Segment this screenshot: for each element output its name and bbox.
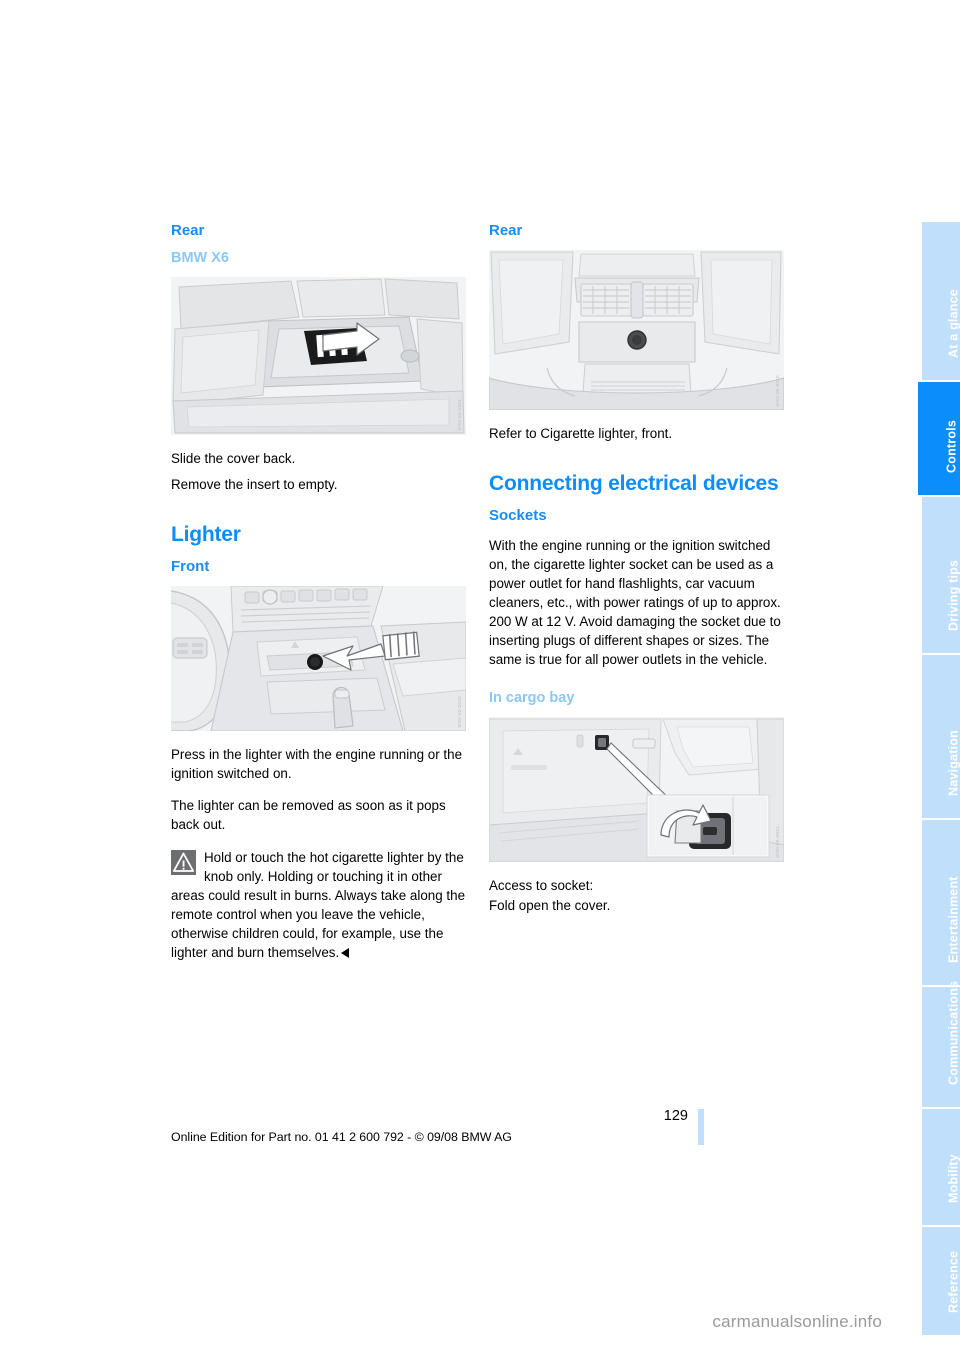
para-access-to-socket: Access to socket: <box>489 877 594 893</box>
tab-mobility-label: Mobility <box>946 1153 960 1203</box>
heading-lighter: Lighter <box>171 522 241 546</box>
tab-mobility[interactable]: Mobility <box>922 1109 960 1227</box>
para-lighter-pops: The lighter can be removed as soon as it… <box>171 798 446 833</box>
figure-watermark: WX0-04-0545 <box>457 399 462 431</box>
tab-entertainment[interactable]: Entertainment <box>922 820 960 987</box>
figure-rear-seat-storage: WX0-04-0545 <box>171 276 466 435</box>
tab-reference-label: Reference <box>946 1250 960 1313</box>
tab-driving-tips-label: Driving tips <box>946 559 960 631</box>
figure-rear-console-illustration <box>489 250 784 411</box>
figure-rear-console-lighter: WX0-05-0040 <box>489 250 784 411</box>
para-remove-insert: Remove the insert to empty. <box>171 476 338 492</box>
subheading-front: Front <box>171 558 210 576</box>
page-edge-marker <box>698 1109 704 1145</box>
tab-navigation-label: Navigation <box>946 729 960 796</box>
tab-at-a-glance-label: At a glance <box>946 288 960 358</box>
para-press-lighter: Press in the lighter with the engine run… <box>171 747 463 782</box>
tab-entertainment-label: Entertainment <box>946 875 960 963</box>
figure-watermark: WX0-05-0041 <box>775 826 780 858</box>
heading-rear-right: Rear <box>489 222 523 239</box>
section-tab-strip: At a glance Controls Driving tips Naviga… <box>898 222 960 1335</box>
heading-rear-left: Rear <box>171 222 205 239</box>
tab-controls-label: Controls <box>944 419 959 473</box>
figure-rear-seat-illustration <box>171 276 466 435</box>
warning-text-content: Hold or touch the hot cigarette lighter … <box>171 849 466 960</box>
right-content-column: Rear WX0-05-0040 Refer to Cigarette ligh… <box>489 222 784 928</box>
edition-line: Online Edition for Part no. 01 41 2 600 … <box>171 1130 512 1144</box>
subheading-in-cargo-bay: In cargo bay <box>489 689 575 706</box>
para-sockets-description: With the engine running or the ignition … <box>489 537 781 667</box>
warning-text: Hold or touch the hot cigarette lighter … <box>171 848 466 962</box>
page-number: 129 <box>663 1108 688 1124</box>
figure-cargo-bay-illustration <box>489 716 784 862</box>
warning-block: Hold or touch the hot cigarette lighter … <box>171 848 466 962</box>
left-content-column: Rear BMW X6 WX0-04-0545 Slide the cover … <box>171 222 466 962</box>
tab-navigation[interactable]: Navigation <box>922 655 960 820</box>
tab-reference[interactable]: Reference <box>922 1227 960 1335</box>
figure-cargo-bay-socket: WX0-05-0041 <box>489 716 784 862</box>
warning-triangle-glyph <box>172 852 195 872</box>
subheading-sockets: Sockets <box>489 507 547 525</box>
tab-driving-tips[interactable]: Driving tips <box>922 497 960 655</box>
figure-front-console-lighter: WX0-02-0040 <box>171 586 466 732</box>
para-fold-open-cover: Fold open the cover. <box>489 897 611 913</box>
heading-connecting-electrical-devices: Connecting electrical devices <box>489 472 779 496</box>
tab-at-a-glance[interactable]: At a glance <box>922 222 960 382</box>
para-slide-cover: Slide the cover back. <box>171 450 296 466</box>
figure-watermark: WX0-05-0040 <box>775 374 780 407</box>
site-watermark: carmanualsonline.info <box>712 1312 882 1331</box>
figure-watermark: WX0-02-0040 <box>457 695 462 728</box>
figure-front-console-illustration <box>171 586 466 732</box>
warning-triangle-icon <box>171 849 196 875</box>
tab-communications-label: Communications <box>946 980 960 1085</box>
end-of-section-marker <box>341 947 350 958</box>
para-refer-cigarette-lighter: Refer to Cigarette lighter, front. <box>489 426 673 442</box>
manual-page: At a glance Controls Driving tips Naviga… <box>0 0 960 1358</box>
tab-communications[interactable]: Communications <box>922 980 960 1109</box>
tab-controls[interactable]: Controls <box>918 382 960 497</box>
subheading-bmw-x6: BMW X6 <box>171 250 229 267</box>
